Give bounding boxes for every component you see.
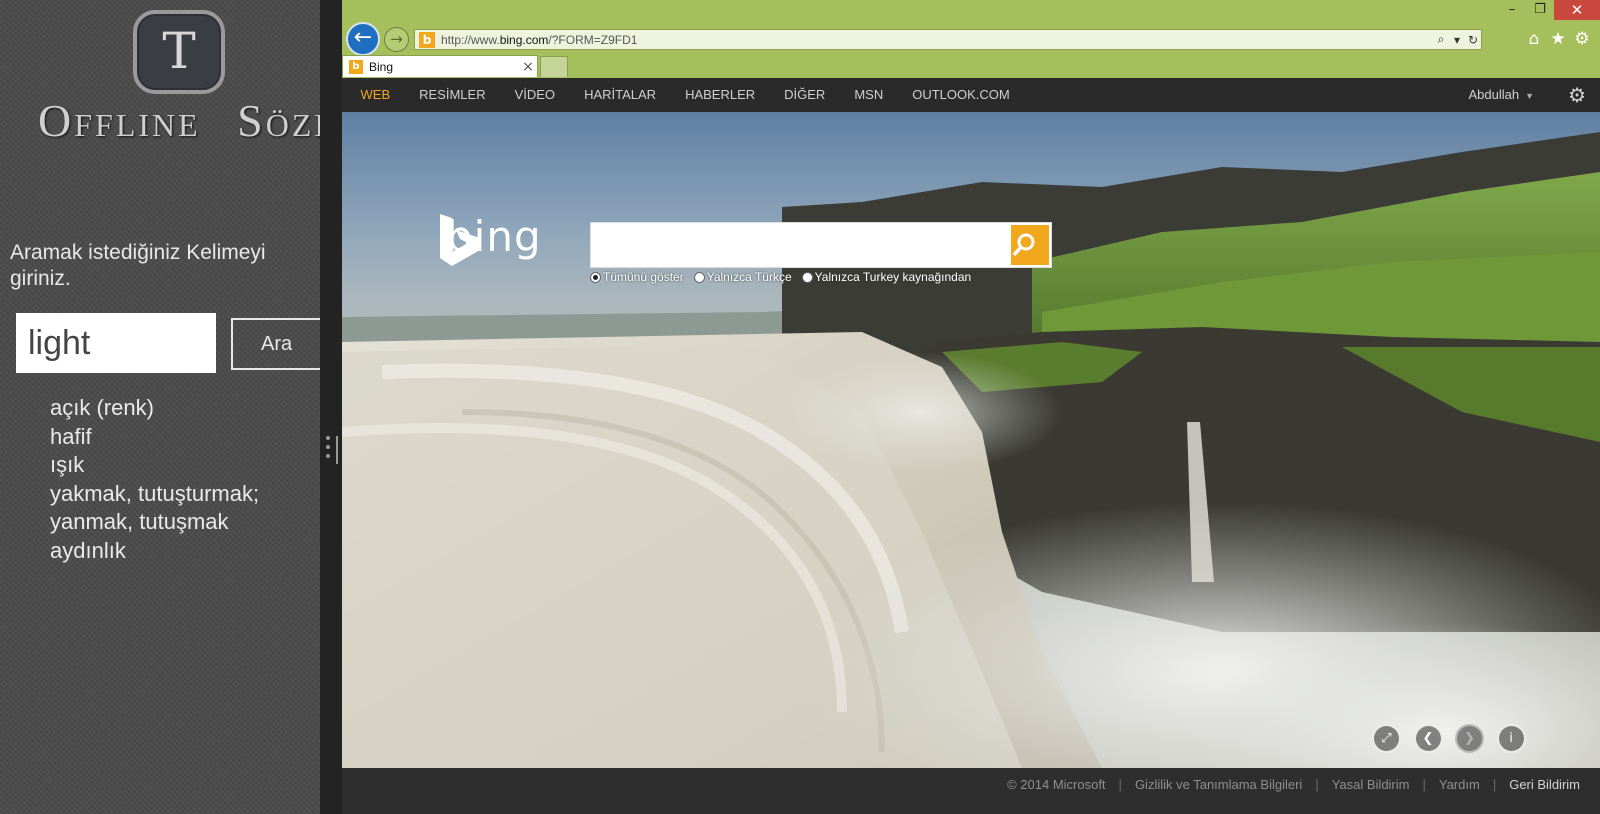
hero-image: bing Tümünü göster Yalnızca Türkçe Yalnı… [342,112,1600,768]
url-domain: bing.com [499,32,549,47]
search-button[interactable]: Ara [231,318,320,370]
nav-item-msn[interactable]: MSN [840,78,898,112]
footer-link-feedback[interactable]: Geri Bildirim [1509,768,1580,802]
search-prompt-label: Aramak istediğiniz Kelimeyi giriniz. [10,241,266,290]
nav-item-news[interactable]: HABERLER [671,78,770,112]
browser-window: – ❐ ✕ ← → b http://www.bing.com/?FORM=Z9… [342,0,1600,814]
waterfall-landscape [342,132,1600,768]
app-logo: T [133,10,225,94]
browser-toolbar: ⌂ ★ ⚙ [1522,28,1594,50]
previous-image-icon[interactable]: ❮ [1413,724,1443,753]
translation-item: ışık [50,452,85,477]
next-image-icon[interactable]: ❯ [1455,724,1484,753]
tab-close-icon[interactable]: × [519,59,537,75]
magnifier-icon [1012,233,1035,257]
bing-favicon-icon: b [349,59,363,74]
bing-search-input[interactable] [591,223,1009,267]
close-button[interactable]: ✕ [1554,0,1600,20]
nav-item-web[interactable]: WEB [346,78,405,112]
radio-label: Tümünü göster [603,270,684,284]
nav-item-maps[interactable]: HARİTALAR [570,78,671,112]
favorites-star-icon[interactable]: ★ [1546,28,1570,50]
dropdown-icon[interactable]: ▾ [1449,33,1465,47]
bing-favicon-icon: b [419,31,435,48]
radio-checked-icon[interactable] [590,271,601,283]
nav-item-more[interactable]: DİĞER [770,78,840,112]
minimize-button[interactable]: – [1498,0,1526,20]
window-controls: – ❐ ✕ [1498,0,1600,20]
translation-item: yanmak, tutuşmak [50,509,229,534]
url-prefix: http://www. [441,32,500,47]
info-icon[interactable]: i [1496,724,1526,753]
radio-icon[interactable] [801,271,813,283]
bing-logo: bing [438,212,542,266]
tab-bing[interactable]: b Bing × [342,55,538,77]
radio-show-all[interactable]: Tümünü göster [590,270,684,284]
app-title: Offline Sözlük [38,95,320,146]
word-search-input[interactable] [16,313,216,373]
restore-button[interactable]: ❐ [1526,0,1554,20]
nav-item-video[interactable]: VİDEO [500,78,569,112]
bing-page: WEB RESİMLER VİDEO HARİTALAR HABERLER Dİ… [342,78,1600,814]
address-bar[interactable]: b http://www.bing.com/?FORM=Z9FD1 ⌕ ▾ ↻ [414,29,1482,50]
footer-links: © 2014 Microsoft | Gizlilik ve Tanımlama… [1007,768,1580,802]
refresh-icon[interactable]: ↻ [1465,33,1481,47]
settings-gear-icon[interactable]: ⚙ [1570,28,1594,50]
url-suffix: /?FORM=Z9FD1 [548,32,638,47]
chevron-down-icon: ▼ [1525,91,1534,101]
bing-logo-icon [440,214,480,266]
translation-results: açık (renk) hafif ışık yakmak, tutuşturm… [50,394,259,565]
tab-title: Bing [369,59,394,74]
search-icon[interactable]: ⌕ [1433,32,1449,47]
translation-item: yakmak, tutuşturmak; [50,480,260,506]
app-logo-letter: T [162,22,196,80]
translation-item: açık (renk) [50,395,154,420]
radio-label: Yalnızca Türkçe [706,270,792,284]
forward-arrow-icon[interactable]: → [384,27,409,52]
screen: T Offline Sözlük Aramak istediğiniz Keli… [0,0,1600,814]
hero-controls: ⤢ ❮ ❯ i [1372,724,1538,753]
footer-copyright: © 2014 Microsoft [1007,777,1106,792]
radio-icon[interactable] [693,271,705,283]
bing-search-box [590,222,1052,268]
footer-link-legal[interactable]: Yasal Bildirim [1332,768,1410,802]
nav-item-images[interactable]: RESİMLER [405,78,500,112]
bing-footer: © 2014 Microsoft | Gizlilik ve Tanımlama… [342,768,1600,814]
user-name: Abdullah [1468,87,1520,102]
footer-link-privacy[interactable]: Gizlilik ve Tanımlama Bilgileri [1135,768,1302,802]
fullscreen-expand-icon[interactable]: ⤢ [1372,724,1401,753]
address-url[interactable]: http://www.bing.com/?FORM=Z9FD1 [441,33,1433,47]
snap-splitter[interactable] [320,0,342,814]
splitter-grip-icon[interactable] [326,436,338,466]
translation-item: aydınlık [50,537,126,563]
search-scope-options: Tümünü göster Yalnızca Türkçe Yalnızca T… [590,270,981,284]
bing-nav-bar: WEB RESİMLER VİDEO HARİTALAR HABERLER Dİ… [342,78,1600,112]
nav-item-outlook[interactable]: OUTLOOK.COM [898,78,1025,112]
dictionary-app: T Offline Sözlük Aramak istediğiniz Keli… [0,0,320,814]
radio-label: Yalnızca Turkey kaynağından [814,270,972,284]
radio-turkey-source[interactable]: Yalnızca Turkey kaynağından [801,270,972,284]
radio-turkish-only[interactable]: Yalnızca Türkçe [693,270,792,284]
user-menu[interactable]: Abdullah ▼ [1468,78,1534,113]
back-arrow-icon[interactable]: ← [346,22,380,56]
bing-nav-items: WEB RESİMLER VİDEO HARİTALAR HABERLER Dİ… [346,78,1024,112]
footer-link-help[interactable]: Yardım [1439,768,1480,802]
gear-icon[interactable]: ⚙ [1568,78,1586,112]
bing-search-button[interactable] [1011,225,1049,265]
translation-item: hafif [50,423,92,449]
new-tab-button[interactable] [540,56,568,77]
home-icon[interactable]: ⌂ [1522,28,1546,50]
